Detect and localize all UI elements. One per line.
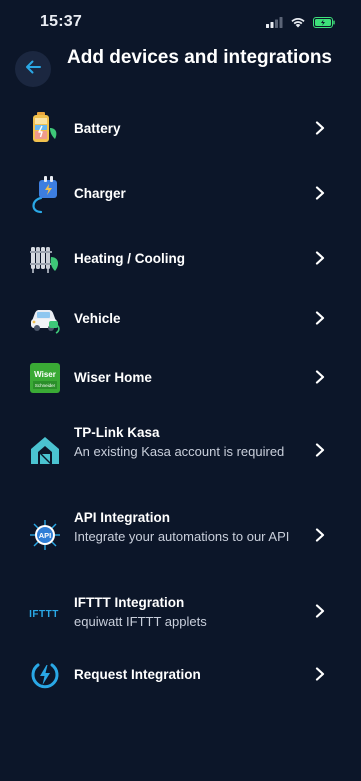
list-item-title: API Integration <box>74 510 171 525</box>
battery-icon <box>29 112 61 144</box>
api-icon-text: API <box>39 531 52 540</box>
list-item-title: TP-Link Kasa <box>74 425 160 440</box>
list-item-title: Heating / Cooling <box>74 251 185 266</box>
list-item-wiser-home[interactable]: Wiser Schneider Wiser Home <box>0 359 361 397</box>
battery-status-icon <box>313 15 335 33</box>
electric-car-icon <box>29 303 61 335</box>
chevron-right-icon <box>314 443 326 457</box>
radiator-icon <box>29 243 61 275</box>
wiser-logo-icon: Wiser Schneider <box>29 362 61 394</box>
chevron-right-icon <box>314 121 326 135</box>
lightning-icon <box>29 659 61 691</box>
list-item-heating-cooling[interactable]: Heating / Cooling <box>0 240 361 278</box>
list-item-subtitle: equiwatt IFTTT applets <box>74 614 207 629</box>
chevron-right-icon <box>314 528 326 542</box>
status-icons <box>266 15 335 33</box>
wiser-logo-text: Wiser <box>34 370 56 379</box>
ifttt-logo-icon: IFTTT <box>27 597 61 629</box>
chevron-right-icon <box>314 311 326 325</box>
list-item-tp-link-kasa[interactable]: TP-Link Kasa An existing Kasa account is… <box>0 418 361 482</box>
list-item-charger[interactable]: Charger <box>0 170 361 216</box>
list-item-subtitle: An existing Kasa account is required <box>74 444 285 459</box>
wiser-logo-subtext: Schneider <box>35 383 56 388</box>
list-item-ifttt-integration[interactable]: IFTTT IFTTT Integration equiwatt IFTTT a… <box>0 591 361 635</box>
list-item-title: Battery <box>74 121 121 136</box>
chevron-right-icon <box>314 370 326 384</box>
ifttt-logo-text: IFTTT <box>29 609 59 620</box>
charger-icon <box>29 174 61 214</box>
signal-icon <box>266 15 283 33</box>
list-item-title: IFTTT Integration <box>74 595 185 610</box>
chevron-right-icon <box>314 667 326 681</box>
list-item-title: Request Integration <box>74 667 201 682</box>
wifi-icon <box>290 15 306 33</box>
list-item-title: Charger <box>74 186 126 201</box>
status-bar: 15:37 <box>0 0 361 44</box>
list-item-vehicle[interactable]: Vehicle <box>0 300 361 338</box>
api-icon: API <box>29 519 61 551</box>
status-time: 15:37 <box>40 13 82 30</box>
chevron-right-icon <box>314 186 326 200</box>
list-item-api-integration[interactable]: API API Integration Integrate your autom… <box>0 503 361 567</box>
page-title: Add devices and integrations <box>67 47 332 68</box>
list-item-title: Wiser Home <box>74 370 152 385</box>
list-item-request-integration[interactable]: Request Integration <box>0 656 361 694</box>
back-button[interactable] <box>15 51 51 87</box>
list-item-battery[interactable]: Battery <box>0 108 361 148</box>
header: Add devices and integrations <box>0 44 361 102</box>
list-item-title: Vehicle <box>74 311 121 326</box>
chevron-right-icon <box>314 251 326 265</box>
chevron-right-icon <box>314 604 326 618</box>
list-item-subtitle: Integrate your automations to our API <box>74 529 290 544</box>
arrow-left-icon <box>25 60 41 79</box>
kasa-logo-icon <box>29 434 61 466</box>
